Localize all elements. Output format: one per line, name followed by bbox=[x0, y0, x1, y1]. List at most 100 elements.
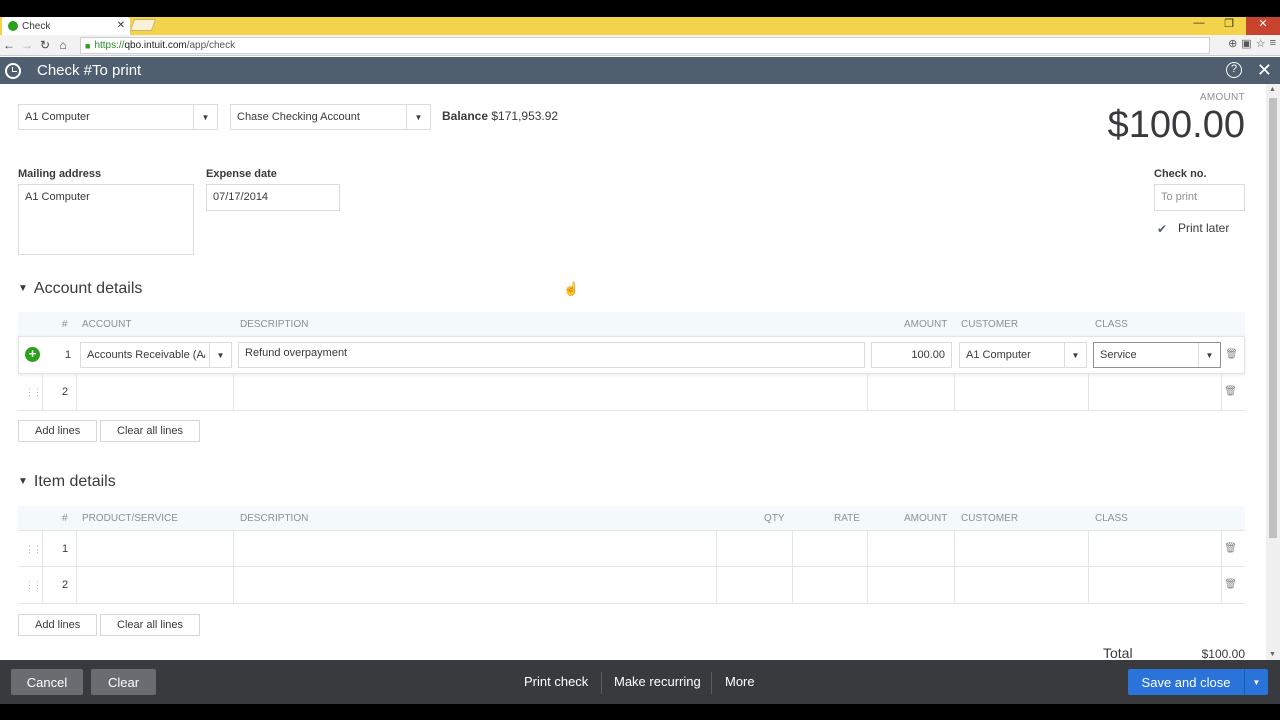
vertical-scrollbar[interactable]: ▲ ▼ bbox=[1266, 84, 1280, 660]
drag-handle-icon[interactable]: ⋮⋮ bbox=[25, 580, 42, 591]
chevron-down-icon[interactable]: ▼ bbox=[193, 105, 217, 129]
item-details-table: # PRODUCT/SERVICE DESCRIPTION QTY RATE A… bbox=[18, 506, 1245, 604]
chevron-down-icon[interactable]: ▼ bbox=[209, 343, 231, 367]
table-row[interactable]: ⋮⋮ 2 🗑 bbox=[18, 374, 1245, 411]
zoom-icon[interactable]: ⊕ bbox=[1228, 37, 1237, 50]
payee-select[interactable]: A1 Computer ▼ bbox=[18, 104, 218, 130]
balance-display: Balance $171,953.92 bbox=[442, 109, 558, 123]
clear-all-lines-button[interactable]: Clear all lines bbox=[100, 614, 201, 636]
col-amount: AMOUNT bbox=[904, 319, 948, 330]
amount-field[interactable]: 100.00 bbox=[871, 342, 952, 368]
scroll-down-arrow-icon[interactable]: ▼ bbox=[1269, 651, 1276, 658]
trash-icon[interactable]: 🗑 bbox=[1224, 543, 1237, 554]
column-divider bbox=[716, 567, 717, 603]
customer-value: A1 Computer bbox=[966, 349, 1031, 361]
column-divider bbox=[233, 531, 234, 566]
balance-value: $171,953.92 bbox=[491, 109, 559, 123]
total-label: Total bbox=[1103, 645, 1133, 661]
chevron-down-icon[interactable]: ▼ bbox=[1198, 343, 1220, 367]
description-field[interactable]: Refund overpayment bbox=[238, 342, 865, 368]
column-divider bbox=[867, 567, 868, 603]
close-window-icon[interactable]: ✕ bbox=[1246, 17, 1280, 35]
col-description: DESCRIPTION bbox=[240, 513, 309, 524]
print-check-link[interactable]: Print check bbox=[524, 674, 588, 689]
expense-date-field[interactable]: 07/17/2014 bbox=[206, 184, 340, 211]
scroll-up-arrow-icon[interactable]: ▲ bbox=[1269, 86, 1276, 93]
save-and-close-button[interactable]: Save and close ▼ bbox=[1128, 669, 1268, 695]
chevron-down-icon[interactable]: ▼ bbox=[1244, 669, 1268, 695]
cancel-button[interactable]: Cancel bbox=[11, 669, 83, 695]
scrollbar-thumb[interactable] bbox=[1269, 98, 1277, 538]
table-row[interactable]: + 1 Accounts Receivable (A/ ▼ Refund ove… bbox=[18, 336, 1245, 374]
reload-icon[interactable]: ↻ bbox=[36, 38, 54, 52]
tab-title: Check bbox=[22, 20, 51, 32]
page-header: Check #To print ? ✕ bbox=[0, 57, 1280, 84]
more-link[interactable]: More bbox=[725, 674, 755, 689]
column-divider bbox=[792, 531, 793, 566]
column-divider bbox=[954, 374, 955, 410]
account-details-toggle[interactable]: ▼ Account details bbox=[18, 280, 142, 298]
clear-all-lines-button[interactable]: Clear all lines bbox=[100, 420, 201, 442]
bank-account-select[interactable]: Chase Checking Account ▼ bbox=[230, 104, 431, 130]
col-number: # bbox=[62, 319, 68, 330]
class-select[interactable]: Service ▼ bbox=[1093, 342, 1221, 368]
row-number: 1 bbox=[65, 349, 72, 361]
drag-handle-icon[interactable]: ⋮⋮ bbox=[25, 387, 42, 398]
col-number: # bbox=[62, 513, 68, 524]
url-scheme: https:// bbox=[94, 40, 125, 51]
add-lines-button[interactable]: Add lines bbox=[18, 614, 98, 636]
column-divider bbox=[792, 567, 793, 603]
lock-icon: ■ bbox=[85, 40, 91, 51]
back-arrow-icon[interactable]: ← bbox=[0, 38, 18, 52]
browser-toolbar: ← → ↻ ⌂ ■ https:// qbo.intuit.com /app/c… bbox=[0, 35, 1280, 56]
account-select[interactable]: Accounts Receivable (A/ ▼ bbox=[80, 342, 232, 368]
minimize-window-icon[interactable]: — bbox=[1186, 17, 1212, 35]
clear-button[interactable]: Clear bbox=[91, 669, 156, 695]
close-form-icon[interactable]: ✕ bbox=[1257, 60, 1272, 81]
column-divider bbox=[233, 567, 234, 603]
item-details-toggle[interactable]: ▼ Item details bbox=[18, 473, 116, 491]
class-value: Service bbox=[1100, 349, 1137, 361]
col-description: DESCRIPTION bbox=[240, 319, 309, 330]
col-amount: AMOUNT bbox=[904, 513, 948, 524]
home-icon[interactable]: ⌂ bbox=[54, 38, 72, 52]
new-tab-button[interactable] bbox=[129, 19, 157, 31]
column-divider bbox=[42, 374, 43, 410]
maximize-window-icon[interactable]: ❐ bbox=[1216, 17, 1242, 35]
help-icon[interactable]: ? bbox=[1226, 62, 1242, 78]
row-number: 1 bbox=[62, 543, 69, 555]
chevron-down-icon[interactable]: ▼ bbox=[406, 105, 430, 129]
add-lines-button[interactable]: Add lines bbox=[18, 420, 98, 442]
col-customer: CUSTOMER bbox=[961, 513, 1019, 524]
trash-icon[interactable]: 🗑 bbox=[1224, 386, 1237, 397]
tab-close-icon[interactable]: ✕ bbox=[117, 20, 125, 31]
table-row[interactable]: ⋮⋮ 2 🗑 bbox=[18, 567, 1245, 604]
customer-select[interactable]: A1 Computer ▼ bbox=[959, 342, 1087, 368]
screen-bottom-edge bbox=[0, 704, 1280, 720]
recent-transactions-clock-icon[interactable] bbox=[5, 62, 21, 79]
col-customer: CUSTOMER bbox=[961, 319, 1019, 330]
chevron-down-icon[interactable]: ▼ bbox=[1064, 343, 1086, 367]
mailing-address-field[interactable]: A1 Computer bbox=[18, 184, 194, 255]
trash-icon[interactable]: 🗑 bbox=[1224, 579, 1237, 590]
add-line-plus-icon[interactable]: + bbox=[25, 347, 40, 362]
trash-icon[interactable]: 🗑 bbox=[1225, 349, 1238, 360]
browser-tab[interactable]: Check ✕ bbox=[2, 17, 130, 35]
column-divider bbox=[716, 531, 717, 566]
payee-value: A1 Computer bbox=[25, 111, 90, 123]
col-rate: RATE bbox=[834, 513, 860, 524]
bookmark-star-icon[interactable]: ☆ bbox=[1256, 37, 1266, 50]
balance-label: Balance bbox=[442, 109, 489, 123]
address-bar[interactable]: ■ https:// qbo.intuit.com /app/check bbox=[80, 37, 1210, 54]
print-later-checkbox[interactable]: ✔ bbox=[1157, 222, 1170, 236]
menu-icon[interactable]: ≡ bbox=[1270, 37, 1276, 50]
make-recurring-link[interactable]: Make recurring bbox=[614, 674, 701, 689]
table-row[interactable]: ⋮⋮ 1 🗑 bbox=[18, 530, 1245, 567]
collapse-triangle-icon: ▼ bbox=[18, 476, 28, 488]
extension-icon[interactable]: ▣ bbox=[1241, 37, 1251, 50]
drag-handle-icon[interactable]: ⋮⋮ bbox=[25, 544, 42, 555]
check-no-field[interactable]: To print bbox=[1154, 184, 1245, 211]
forward-arrow-icon[interactable]: → bbox=[18, 38, 36, 52]
page-title: Check #To print bbox=[37, 62, 142, 79]
url-actions: ⊕ ▣ ☆ ≡ bbox=[1228, 37, 1276, 50]
